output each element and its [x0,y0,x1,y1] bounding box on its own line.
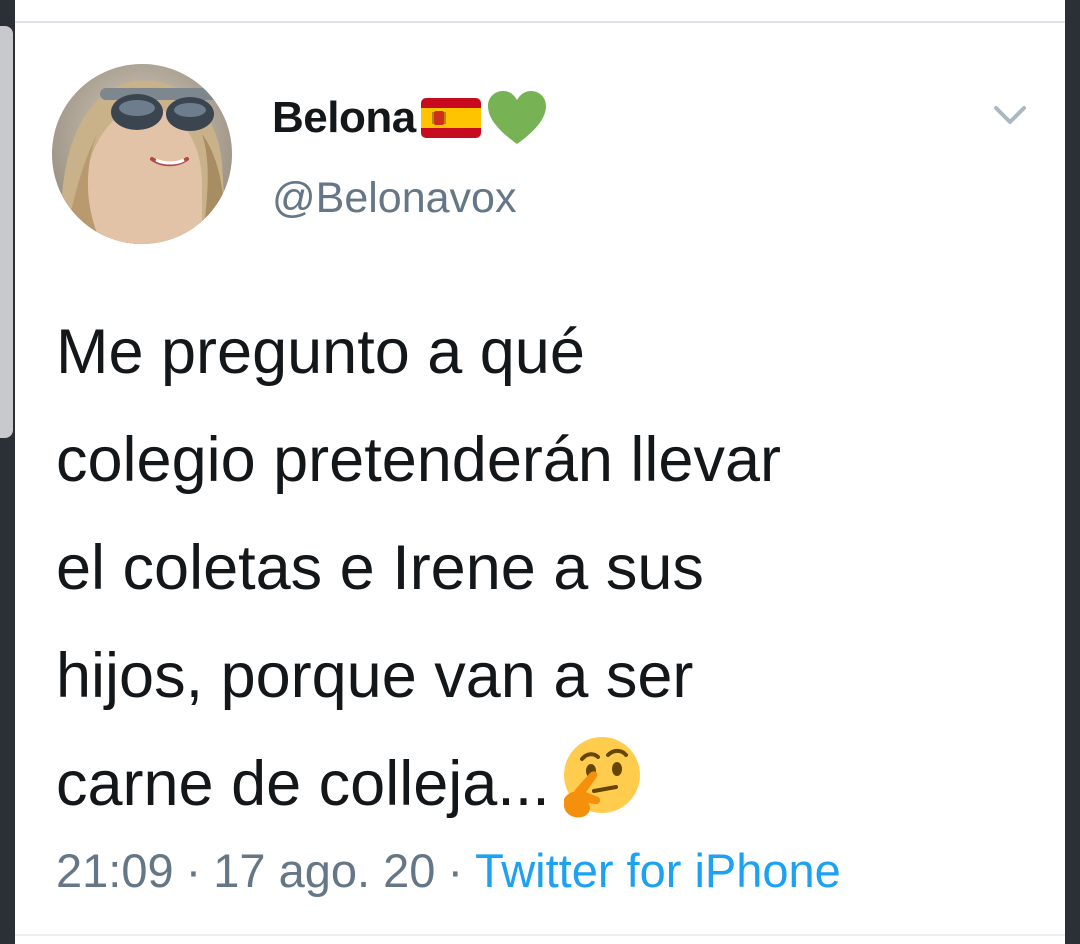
meta-separator: · [185,843,202,897]
spain-flag-icon [420,98,481,138]
thinking-face-icon [563,737,640,818]
tweet-text-line: carne de colleja... [56,749,550,819]
divider [15,934,1065,936]
divider [15,21,1065,23]
avatar-photo [52,64,232,244]
tweet-text-line: colegio pretenderán llevar [56,425,781,495]
screenshot-frame: Belona @Belonavox Me pregunto a qué cole… [0,0,1080,944]
author-name-row[interactable]: Belona [272,88,548,148]
scroll-edge [0,26,13,438]
author-handle[interactable]: @Belonavox [272,174,516,223]
tweet-text-line: hijos, porque van a ser [56,641,694,711]
meta-separator: · [447,843,464,897]
tweet-date[interactable]: 17 ago. 20 [213,843,435,898]
tweet-meta: 21:09 · 17 ago. 20 · Twitter for iPhone [56,840,841,900]
chevron-down-icon[interactable] [988,96,1032,136]
avatar[interactable] [52,64,232,244]
tweet-text-line: Me pregunto a qué [56,317,585,387]
tweet-time[interactable]: 21:09 [56,843,174,898]
green-heart-icon [487,91,546,144]
tweet-source-link[interactable]: Twitter for iPhone [475,843,841,898]
tweet-text-line: el coletas e Irene a sus [56,533,704,603]
tweet-text-last-line: carne de colleja... [56,730,1046,838]
tweet-text: Me pregunto a qué colegio pretenderán ll… [56,298,1046,838]
display-name[interactable]: Belona [272,93,416,143]
